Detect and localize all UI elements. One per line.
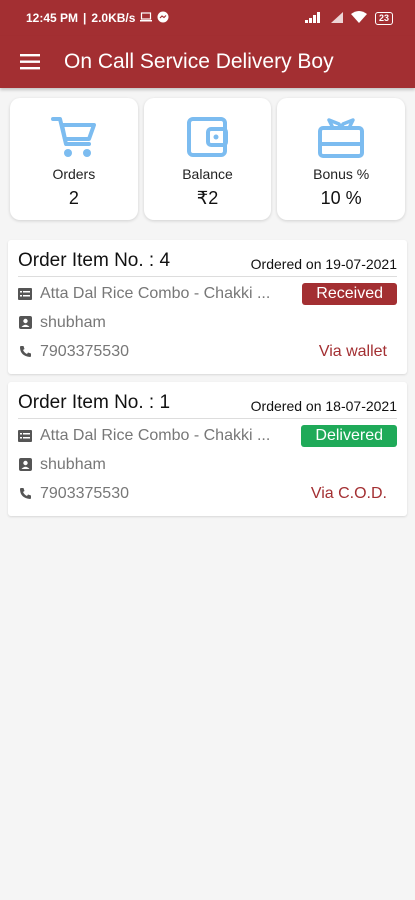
order-card-header: Order Item No. : 1 Ordered on 18-07-2021 [18, 392, 397, 419]
gift-card-icon [317, 114, 365, 160]
order-customer-row: shubham [18, 308, 397, 337]
status-bar: 12:45 PM | 2.0KB/s 23 [0, 0, 415, 36]
order-number: Order Item No. : 1 [18, 392, 171, 413]
stat-bonus-value: 10 % [320, 188, 362, 208]
laptop-icon [140, 11, 153, 25]
stat-bonus-label: Bonus % [313, 166, 370, 182]
person-icon [18, 458, 32, 472]
order-date: Ordered on 18-07-2021 [250, 398, 397, 414]
stat-balance-label: Balance [182, 166, 233, 182]
customer-phone[interactable]: 7903375530 [40, 343, 319, 361]
person-icon [18, 316, 32, 330]
phone-icon [18, 345, 32, 359]
order-card[interactable]: Order Item No. : 4 Ordered on 19-07-2021… [8, 240, 407, 374]
customer-name: shubham [40, 455, 106, 473]
stat-orders-value: 2 [68, 188, 79, 208]
phone-icon [18, 487, 32, 501]
stat-orders-label: Orders [52, 166, 96, 182]
order-item-name: Atta Dal Rice Combo - Chakki ... [40, 426, 271, 444]
order-phone-row: 7903375530 Via C.O.D. [18, 479, 397, 508]
customer-name: shubham [40, 313, 106, 331]
order-item-row: Atta Dal Rice Combo - Chakki ... Receive… [18, 279, 397, 308]
app-title: On Call Service Delivery Boy [64, 50, 334, 73]
order-card[interactable]: Order Item No. : 1 Ordered on 18-07-2021… [8, 382, 407, 516]
wallet-icon [186, 114, 230, 160]
wifi-icon [350, 11, 367, 25]
status-time: 12:45 PM [26, 11, 79, 25]
order-card-header: Order Item No. : 4 Ordered on 19-07-2021 [18, 250, 397, 277]
messenger-icon [157, 11, 169, 26]
network-speed: 2.0KB/s [91, 11, 136, 25]
battery-icon: 23 [374, 11, 393, 25]
stat-bonus[interactable]: Bonus % 10 % [277, 98, 406, 220]
status-badge: Received [302, 282, 397, 305]
signal-icon [304, 11, 323, 25]
battery-level: 23 [378, 13, 389, 23]
stat-balance[interactable]: Balance ₹2 [143, 98, 272, 220]
app-bar: On Call Service Delivery Boy [0, 36, 415, 88]
order-number: Order Item No. : 4 [18, 250, 171, 271]
payment-method: Via wallet [318, 342, 387, 360]
cart-icon [50, 114, 97, 160]
list-icon [18, 429, 32, 443]
stat-balance-value: ₹2 [196, 188, 219, 208]
order-phone-row: 7903375530 Via wallet [18, 337, 397, 366]
list-icon [18, 287, 32, 301]
order-date: Ordered on 19-07-2021 [250, 256, 397, 272]
order-item-row: Atta Dal Rice Combo - Chakki ... Deliver… [18, 421, 397, 450]
order-item-name: Atta Dal Rice Combo - Chakki ... [40, 284, 271, 302]
payment-method: Via C.O.D. [310, 484, 387, 502]
signal-icon-2 [330, 11, 343, 25]
hamburger-menu-icon[interactable] [20, 53, 42, 71]
customer-phone[interactable]: 7903375530 [40, 485, 311, 503]
stat-orders[interactable]: Orders 2 [10, 98, 138, 220]
status-badge: Delivered [301, 424, 397, 447]
stats-panel: Orders 2 Balance ₹2 Bonus % 10 % [0, 88, 415, 220]
order-customer-row: shubham [18, 450, 397, 479]
